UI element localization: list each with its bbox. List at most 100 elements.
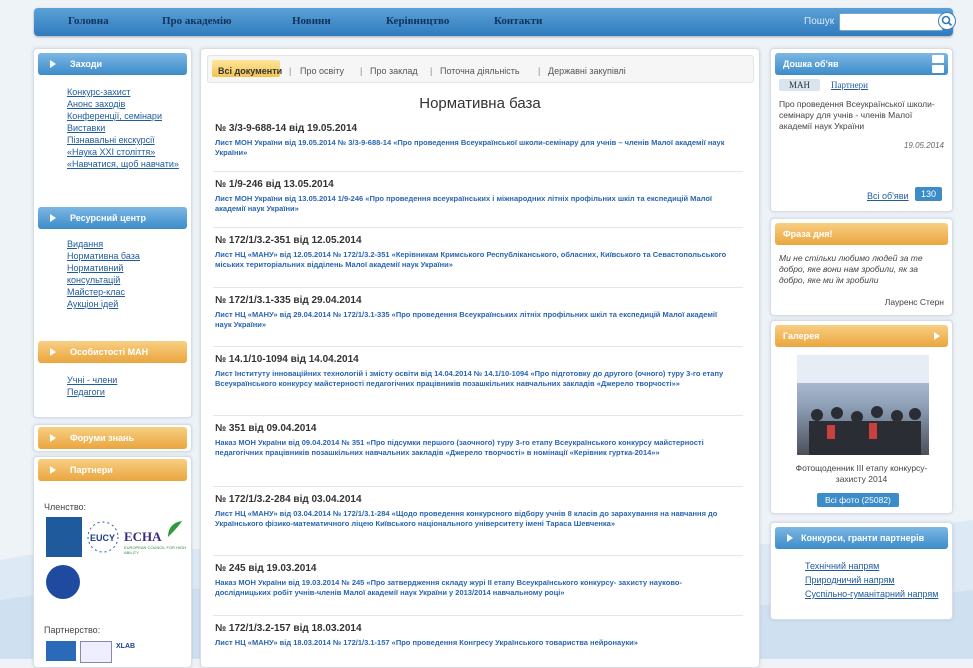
tab-sep: | <box>430 66 433 76</box>
tab-education[interactable]: Про освіту <box>300 66 344 76</box>
board-box: Дошка об'яв МАН Партнери Про проведення … <box>770 48 953 212</box>
tab-institution[interactable]: Про заклад <box>370 66 418 76</box>
phrase-quote: Ми не стільки любимо людей за те добро, … <box>779 253 923 285</box>
tab-current[interactable]: Поточна діяльність <box>440 66 520 76</box>
document-description[interactable]: Лист МОН України від 19.05.2014 № 3/3-9-… <box>215 138 735 158</box>
leaf-icon <box>168 521 182 537</box>
all-ads-link[interactable]: Всі об'яви <box>867 191 909 201</box>
link-masterclass[interactable]: Майстер-клас <box>67 287 125 297</box>
link-learn-teach[interactable]: «Навчатися, щоб навчати» <box>67 159 179 169</box>
document-title[interactable]: № 172/1/3.1-335 від 29.04.2014 <box>215 295 362 306</box>
link-exhibitions[interactable]: Виставки <box>67 123 105 133</box>
gallery-header[interactable]: Галерея <box>775 325 948 347</box>
contests-title: Конкурси, гранти партнерів <box>801 533 925 543</box>
arrow-right-icon <box>50 214 56 222</box>
link-normative[interactable]: Нормативна база <box>67 251 140 261</box>
features-title: Особистості МАН <box>70 347 149 357</box>
document-description[interactable]: Наказ МОН України від 09.04.2014 № 351 «… <box>215 438 735 458</box>
link-teachers[interactable]: Педагоги <box>67 387 105 397</box>
down-arrow-icon[interactable] <box>932 65 944 73</box>
document-title[interactable]: № 172/1/3.2-351 від 12.05.2014 <box>215 235 362 246</box>
star-logo-icon: EUCY <box>87 521 119 553</box>
all-photos-button[interactable]: Всі фото (25082) <box>817 493 899 507</box>
divider <box>213 415 743 416</box>
nav-contacts[interactable]: Контакти <box>494 15 542 27</box>
board-tab-man[interactable]: МАН <box>779 79 821 91</box>
partners-header[interactable]: Партнери <box>38 459 187 481</box>
divider <box>213 486 743 487</box>
document-description[interactable]: Наказ МОН України від 19.03.2014 № 245 «… <box>215 578 735 598</box>
document-title[interactable]: № 172/1/3.2-284 від 03.04.2014 <box>215 494 362 505</box>
arrow-right-icon <box>50 60 56 68</box>
document-description[interactable]: Лист НЦ «МАНУ» від 29.04.2014 № 172/1/3.… <box>215 310 735 330</box>
logo-eucy[interactable]: EUCY <box>86 517 120 557</box>
svg-text:EUCY: EUCY <box>90 533 115 543</box>
document-description[interactable]: Лист Інституту інноваційних технологій і… <box>215 369 735 389</box>
link-excursions[interactable]: Пізнавальні екскурсії <box>67 135 155 145</box>
document-title[interactable]: № 3/3-9-688-14 від 19.05.2014 <box>215 123 357 134</box>
link-announce[interactable]: Анонс заходів <box>67 99 125 109</box>
link-students[interactable]: Учні - члени <box>67 375 117 385</box>
left-menu-box: Заходи Конкурс-захист Анонс заходів Конф… <box>33 48 192 418</box>
nav-about[interactable]: Про академію <box>162 15 232 27</box>
page-title: Нормативна база <box>419 95 541 112</box>
gallery-caption: Фотощоденник ІІІ етапу конкурсу-захисту … <box>795 463 928 484</box>
gallery-box: Галерея Фотощоденник ІІІ етапу конкурсу-… <box>770 320 953 514</box>
link-consult[interactable]: консультацій <box>67 275 120 285</box>
nav-news[interactable]: Новини <box>292 15 331 27</box>
board-text[interactable]: Про проведення Всеукраїнської школи-семі… <box>779 99 944 132</box>
document-title[interactable]: № 172/1/3.2-157 від 18.03.2014 <box>215 623 362 634</box>
tab-all[interactable]: Всі документи <box>218 66 282 76</box>
ads-count-badge[interactable]: 130 <box>915 187 943 201</box>
contests-header[interactable]: Конкурси, гранти партнерів <box>775 527 948 549</box>
divider <box>213 287 743 288</box>
nav-leadership[interactable]: Керівництво <box>386 15 449 27</box>
link-contest[interactable]: Конкурс-захист <box>67 87 130 97</box>
document-title[interactable]: № 245 від 19.03.2014 <box>215 563 317 574</box>
features-header[interactable]: Особистості МАН <box>38 341 187 363</box>
xlab-logo[interactable]: XLAB <box>116 643 135 650</box>
board-tab-partners[interactable]: Партнери <box>831 80 868 90</box>
resources-title: Ресурсний центр <box>70 213 146 223</box>
link-ideas[interactable]: Аукціон ідей <box>67 299 118 309</box>
document-title[interactable]: № 14.1/10-1094 від 14.04.2014 <box>215 354 359 365</box>
search-icon <box>941 15 953 27</box>
resources-header[interactable]: Ресурсний центр <box>38 207 187 229</box>
board-header: Дошка об'яв <box>775 53 948 75</box>
logo-partner-1[interactable] <box>46 641 76 661</box>
partnership-label: Партнерство: <box>44 625 101 635</box>
tab-procurement[interactable]: Державні закупівлі <box>548 66 626 76</box>
document-description[interactable]: Лист МОН України від 13.05.2014 1/9-246 … <box>215 194 735 214</box>
logo-eu-circle[interactable] <box>46 565 80 599</box>
up-arrow-icon[interactable] <box>932 55 944 63</box>
document-description[interactable]: Лист НЦ «МАНУ» від 03.04.2014 № 172/1/3.… <box>215 509 735 529</box>
search-input[interactable] <box>839 13 943 31</box>
link-conferences[interactable]: Конференції, семінари <box>67 111 162 121</box>
divider <box>213 346 743 347</box>
gallery-photo[interactable] <box>797 355 929 455</box>
search-button[interactable] <box>938 12 956 30</box>
events-header[interactable]: Заходи <box>38 53 187 75</box>
document-title[interactable]: № 1/9-246 від 13.05.2014 <box>215 179 334 190</box>
link-normative-2[interactable]: Нормативний <box>67 263 123 273</box>
tab-sep: | <box>360 66 363 76</box>
link-natural[interactable]: Природничий напрям <box>805 575 895 585</box>
divider <box>213 615 743 616</box>
document-description[interactable]: Лист НЦ «МАНУ» від 12.05.2014 № 172/1/3.… <box>215 250 735 270</box>
main-content: Всі документи | Про освіту | Про заклад … <box>200 48 760 668</box>
partners-box: Партнери Членство: EUCY ECHA EUROPEAN CO… <box>33 456 192 668</box>
arrow-right-icon <box>50 348 56 356</box>
forum-header[interactable]: Форуми знань <box>38 427 187 449</box>
link-social[interactable]: Суспільно-гуманітарний напрям <box>805 589 938 599</box>
link-science21[interactable]: «Наука XXI століття» <box>67 147 155 157</box>
nav-home[interactable]: Головна <box>68 15 109 27</box>
link-technical[interactable]: Технічний напрям <box>805 561 879 571</box>
document-title[interactable]: № 351 від 09.04.2014 <box>215 423 317 434</box>
document-description[interactable]: Лист НЦ «МАНУ» від 18.03.2014 № 172/1/3.… <box>215 638 735 648</box>
echa-sub: EUROPEAN COUNCIL FOR HIGH ABILITY <box>124 545 187 555</box>
top-nav: Головна Про академію Новини Керівництво … <box>34 8 956 36</box>
link-publications[interactable]: Видання <box>67 239 103 249</box>
logo-partner-2[interactable] <box>80 641 112 663</box>
partners-title: Партнери <box>70 465 113 475</box>
logo-man[interactable] <box>46 517 82 557</box>
